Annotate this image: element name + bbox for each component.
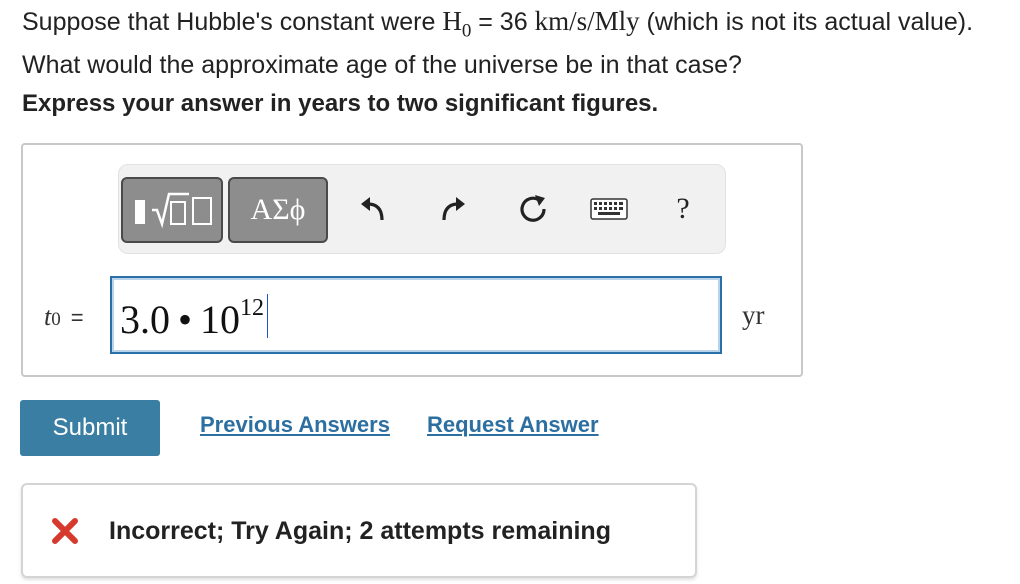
answer-instruction: Express your answer in years to two sign… xyxy=(22,90,659,117)
feedback-message: Incorrect; Try Again; 2 attempts remaini… xyxy=(109,517,611,545)
templates-button[interactable] xyxy=(121,177,223,243)
multiply-dot: • xyxy=(178,297,193,342)
h0-units: km/s/Mly xyxy=(534,6,640,36)
previous-answers-link[interactable]: Previous Answers xyxy=(200,412,390,438)
answer-label: t0 = xyxy=(44,302,84,332)
h0-subscript: 0 xyxy=(461,20,472,42)
help-icon: ? xyxy=(676,192,690,225)
h0-symbol: H0 xyxy=(442,6,472,42)
keyboard-button[interactable] xyxy=(587,187,631,231)
answer-base: 10 xyxy=(200,297,241,342)
redo-icon xyxy=(442,197,465,221)
question-text: Suppose that Hubble's constant were H0 =… xyxy=(22,4,1002,82)
answer-input[interactable]: 3.0 • 1012 xyxy=(110,276,722,354)
help-button[interactable]: ? xyxy=(661,187,705,231)
x-mark-icon xyxy=(52,518,78,544)
answer-value: 3.0 • 1012 xyxy=(120,293,269,346)
question-prefix: Suppose that Hubble's constant were xyxy=(22,8,443,36)
request-answer-link[interactable]: Request Answer xyxy=(427,412,599,438)
submit-button[interactable]: Submit xyxy=(20,400,160,456)
h0-equals: = 36 xyxy=(471,8,535,36)
greek-symbols-button[interactable]: ΑΣϕ xyxy=(228,177,328,243)
templates-icon xyxy=(135,192,212,229)
math-toolbar: ΑΣϕ ? xyxy=(118,164,726,254)
keyboard-icon xyxy=(590,198,628,220)
undo-icon xyxy=(361,197,384,221)
answer-mantissa: 3.0 xyxy=(120,297,170,342)
reset-button[interactable] xyxy=(511,187,555,231)
undo-button[interactable] xyxy=(351,187,395,231)
answer-unit: yr xyxy=(742,300,765,330)
reset-icon xyxy=(520,195,546,222)
variable-subscript: 0 xyxy=(51,309,61,330)
redo-button[interactable] xyxy=(431,187,475,231)
feedback-panel: Incorrect; Try Again; 2 attempts remaini… xyxy=(21,483,697,578)
text-cursor xyxy=(267,293,269,338)
answer-exponent: 12 xyxy=(240,294,265,321)
equals-sign: = xyxy=(70,305,84,330)
